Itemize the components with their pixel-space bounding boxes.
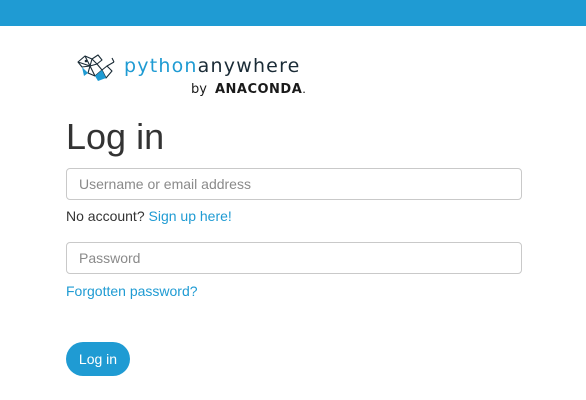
pythonanywhere-logo[interactable]: pythonanywhere by ANACONDA.	[76, 50, 316, 100]
signup-prompt: No account? Sign up here!	[66, 207, 232, 225]
logo-wordmark: pythonanywhere	[124, 54, 301, 78]
logo-wordmark-python: python	[124, 55, 198, 77]
logo-byline-by: by	[191, 82, 207, 97]
logo-byline-dot: .	[302, 81, 306, 96]
top-bar	[0, 0, 586, 26]
logo-byline-company: ANACONDA	[214, 82, 303, 97]
forgot-password-link[interactable]: Forgotten password?	[66, 283, 198, 299]
forgot-password-row: Forgotten password?	[66, 282, 198, 300]
python-snake-logo-icon	[77, 54, 115, 81]
no-account-text: No account?	[66, 208, 145, 224]
login-button[interactable]: Log in	[66, 342, 130, 376]
page-title: Log in	[66, 116, 165, 157]
password-input[interactable]	[66, 242, 522, 274]
signup-link[interactable]: Sign up here!	[149, 208, 232, 224]
username-input[interactable]	[66, 168, 522, 200]
logo-byline: by ANACONDA.	[191, 81, 306, 98]
logo-wordmark-anywhere: anywhere	[197, 55, 301, 77]
